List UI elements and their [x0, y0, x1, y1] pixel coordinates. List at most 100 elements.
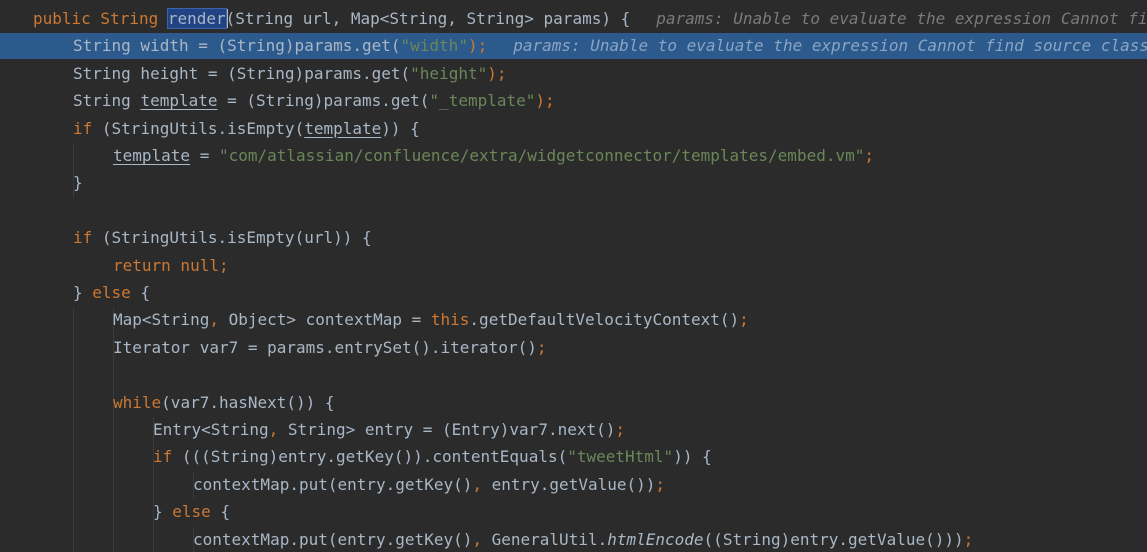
code-line[interactable]: contextMap.put(entry.getKey(), entry.get…	[0, 472, 1147, 498]
code-token: template	[140, 91, 218, 111]
code-token: template	[304, 118, 382, 138]
code-line[interactable]: Map<String, Object> contextMap = this.ge…	[0, 307, 1147, 333]
code-line[interactable]: String template = (String)params.get("_t…	[0, 88, 1147, 114]
keyword-token: ;	[739, 310, 749, 330]
code-text: String width = (String)params.get("width…	[73, 33, 1147, 59]
debugger-inline-hint: params: Unable to evaluate the expressio…	[513, 36, 1147, 56]
code-token: }	[73, 173, 83, 193]
code-line[interactable]: if (StringUtils.isEmpty(template)) {	[0, 116, 1147, 142]
keyword-token: ;	[536, 337, 547, 357]
code-text: Entry<String, String> entry = (Entry)var…	[153, 417, 625, 443]
code-line[interactable]: template = "com/atlassian/confluence/ext…	[0, 143, 1147, 169]
code-token: .getDefaultVelocityContext()	[469, 310, 740, 330]
code-token: Object> contextMap =	[228, 310, 431, 330]
keyword-token: else	[92, 283, 141, 302]
keyword-token: );	[535, 91, 555, 111]
code-text: Iterator var7 = params.entrySet().iterat…	[113, 335, 546, 361]
code-token: }	[153, 502, 173, 522]
code-line[interactable]: } else {	[0, 499, 1147, 525]
string-literal: "_template"	[429, 91, 536, 111]
code-line[interactable]: contextMap.put(entry.getKey(), GeneralUt…	[0, 527, 1147, 552]
code-token: template	[113, 146, 191, 165]
code-editor[interactable]: public String render(String url, Map<Str…	[0, 0, 1147, 552]
code-token: = (String)params.get(	[217, 91, 430, 111]
code-token: (StringUtils.isEmpty(url)) {	[101, 228, 372, 248]
keyword-token: );	[487, 63, 507, 83]
keyword-token: if	[153, 447, 182, 467]
code-line[interactable]: while(var7.hasNext()) {	[0, 390, 1147, 416]
keyword-token: return null;	[113, 255, 229, 275]
keyword-token: ,	[472, 474, 492, 494]
code-text: return null;	[113, 253, 229, 279]
code-line[interactable]: } else {	[0, 280, 1147, 306]
code-token: Entry<String	[153, 420, 269, 439]
code-token: )) {	[381, 118, 420, 138]
debugger-inline-hint: params: Unable to evaluate the expressio…	[656, 9, 1147, 28]
code-token: )) {	[673, 447, 712, 467]
string-literal: "tweetHtml"	[567, 447, 674, 467]
code-token: String	[73, 91, 141, 111]
keyword-token: ,	[472, 529, 492, 549]
code-token: {	[140, 283, 151, 302]
code-text: } else {	[73, 280, 150, 306]
code-token: }	[73, 283, 93, 302]
code-line[interactable]: String height = (String)params.get("heig…	[0, 61, 1147, 87]
code-line[interactable]	[0, 198, 1147, 224]
string-literal: "com/atlassian/confluence/extra/widgetco…	[218, 146, 865, 165]
code-token: (((String)entry.getKey()).contentEquals(	[181, 447, 568, 467]
code-text: if (((String)entry.getKey()).contentEqua…	[153, 444, 712, 470]
code-token: contextMap.put(entry.getKey()	[193, 529, 473, 549]
keyword-token: while	[113, 392, 162, 412]
code-token: entry.getValue())	[491, 474, 656, 494]
code-line[interactable]: }	[0, 170, 1147, 196]
keyword-token: this	[430, 310, 470, 330]
code-token: String> entry = (Entry)var7.next()	[287, 420, 616, 439]
code-token: String height = (String)params.get(	[73, 63, 411, 83]
code-token: (StringUtils.isEmpty(	[101, 118, 305, 138]
keyword-token: public String	[33, 9, 168, 28]
code-text: Map<String, Object> contextMap = this.ge…	[113, 307, 749, 333]
code-text: contextMap.put(entry.getKey(), entry.get…	[193, 472, 665, 498]
code-line[interactable]: Entry<String, String> entry = (Entry)var…	[0, 417, 1147, 443]
code-token: Map<String	[113, 310, 210, 330]
code-line[interactable]: return null;	[0, 253, 1147, 279]
code-text: while(var7.hasNext()) {	[113, 390, 335, 416]
string-literal: "height"	[410, 63, 488, 83]
code-line[interactable]: if (StringUtils.isEmpty(url)) {	[0, 225, 1147, 251]
code-line-execution-point[interactable]: String width = (String)params.get("width…	[0, 33, 1147, 60]
keyword-token: ;	[864, 146, 875, 165]
selected-identifier: render	[166, 8, 227, 29]
code-token: (var7.hasNext()) {	[161, 392, 335, 412]
code-line[interactable]	[0, 362, 1147, 388]
keyword-token: ;	[615, 420, 626, 439]
code-text: if (StringUtils.isEmpty(url)) {	[73, 225, 372, 251]
code-token: (String url, Map<String, String> params)…	[225, 9, 631, 28]
keyword-token: ,	[268, 420, 288, 439]
keyword-token: if	[73, 228, 102, 248]
code-text: template = "com/atlassian/confluence/ext…	[113, 143, 874, 169]
code-token: ((String)entry.getValue()))	[703, 529, 964, 549]
code-token: GeneralUtil.	[491, 529, 608, 549]
code-token: contextMap.put(entry.getKey()	[193, 474, 473, 494]
code-text: } else {	[153, 499, 230, 525]
code-line[interactable]: public String render(String url, Map<Str…	[0, 6, 1147, 32]
code-line[interactable]: Iterator var7 = params.entrySet().iterat…	[0, 335, 1147, 361]
code-text: }	[73, 170, 83, 196]
keyword-token: if	[73, 118, 102, 138]
code-text: String height = (String)params.get("heig…	[73, 61, 506, 87]
code-text: String template = (String)params.get("_t…	[73, 88, 555, 114]
code-text: if (StringUtils.isEmpty(template)) {	[73, 116, 420, 142]
code-token: Iterator var7 = params.entrySet().iterat…	[113, 337, 537, 357]
code-line[interactable]: if (((String)entry.getKey()).contentEqua…	[0, 444, 1147, 470]
code-token: htmlEncode	[607, 529, 704, 549]
code-token: =	[190, 146, 219, 165]
code-token: {	[220, 502, 231, 522]
keyword-token: );	[467, 36, 488, 56]
keyword-token: ,	[209, 310, 229, 330]
keyword-token: ;	[963, 529, 974, 549]
keyword-token: ;	[655, 474, 666, 494]
keyword-token: else	[172, 502, 221, 522]
string-literal: "width"	[400, 36, 468, 56]
code-text: public String render(String url, Map<Str…	[33, 6, 1147, 32]
code-text: contextMap.put(entry.getKey(), GeneralUt…	[193, 527, 973, 552]
